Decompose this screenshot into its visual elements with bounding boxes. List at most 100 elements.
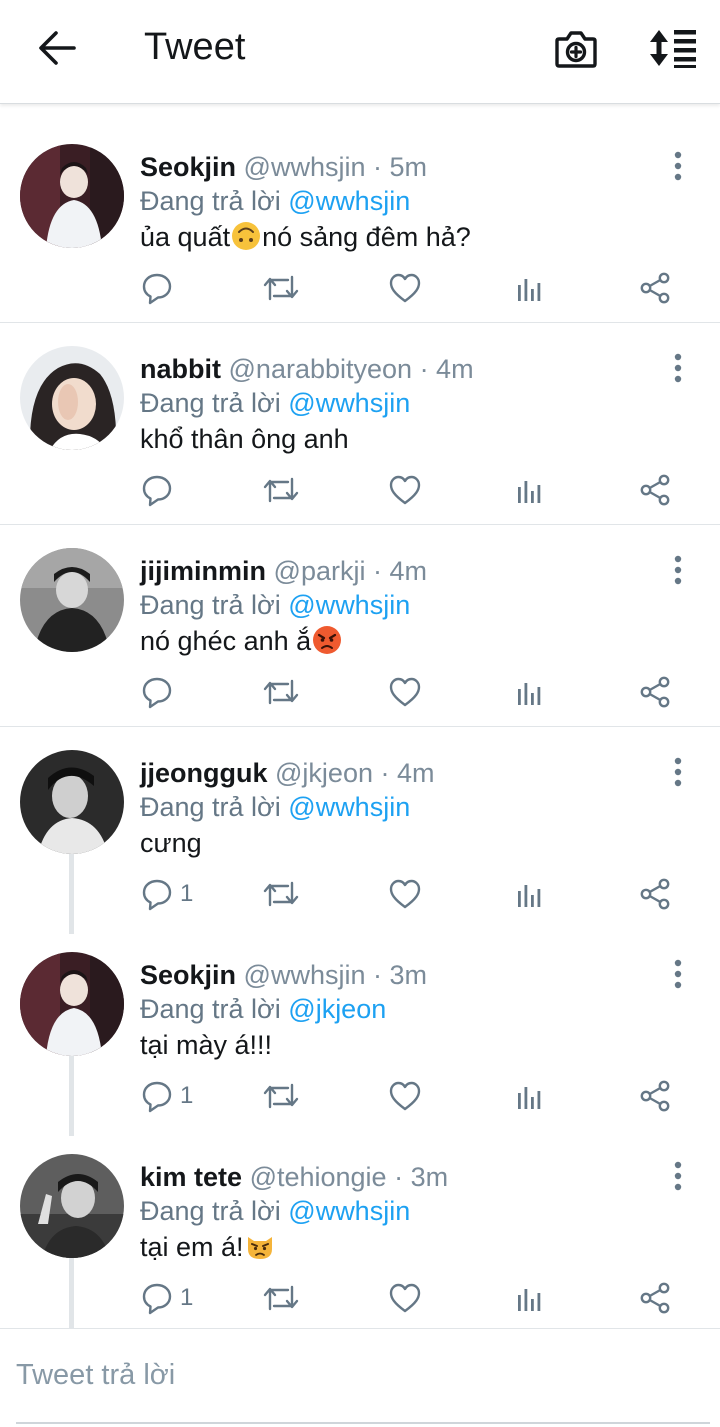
timestamp: · 5m [373,152,427,182]
retweet-button[interactable] [262,1276,300,1320]
like-button[interactable] [388,468,422,512]
handle[interactable]: @wwhsjin [244,960,366,990]
share-button[interactable] [638,872,672,916]
pouting-cat-emoji-icon [247,1237,272,1259]
more-options-button[interactable] [664,146,692,186]
retweet-icon [263,881,299,907]
reply-input[interactable]: Tweet trả lời [16,1359,696,1399]
analytics-button[interactable] [515,1074,545,1118]
replying-to: Đang trả lời @wwhsjin [140,1194,410,1228]
replying-to-handle[interactable]: @wwhsjin [288,590,410,620]
bar-chart-icon [518,1087,541,1109]
analytics-button[interactable] [515,468,545,512]
more-vertical-icon [674,555,682,585]
like-button[interactable] [388,872,422,916]
replying-to-handle[interactable]: @wwhsjin [288,1196,410,1226]
reply-icon [142,879,172,911]
replying-to-handle[interactable]: @wwhsjin [288,792,410,822]
avatar[interactable] [20,548,124,652]
replying-to: Đang trả lời @wwhsjin [140,790,410,824]
tweet-text-part: cưng [140,828,202,858]
back-button[interactable] [34,28,78,68]
heart-icon [389,475,421,505]
share-button[interactable] [638,266,672,310]
avatar[interactable] [20,952,124,1056]
tweet-text: ủa quất nó sảng đêm hả? [140,218,471,256]
tweet-header: kim tete @tehiongie · 3m [140,1160,448,1194]
reply-button[interactable]: 1 [140,1276,193,1320]
analytics-button[interactable] [515,1276,545,1320]
replying-to-label: Đang trả lời [140,388,281,418]
share-button[interactable] [638,468,672,512]
input-underline [16,1422,710,1424]
like-button[interactable] [388,266,422,310]
camera-button[interactable] [553,27,599,71]
handle[interactable]: @wwhsjin [244,152,366,182]
share-button[interactable] [638,670,672,714]
more-options-button[interactable] [664,550,692,590]
replying-to: Đang trả lời @wwhsjin [140,184,410,218]
share-button[interactable] [638,1276,672,1320]
handle[interactable]: @parkji [274,556,366,586]
bar-chart-icon [518,481,541,503]
more-options-button[interactable] [664,1156,692,1196]
display-name[interactable]: Seokjin [140,960,236,990]
tweet[interactable]: jjeongguk @jkjeon · 4m Đang trả lời @wwh… [0,726,720,928]
reply-button[interactable] [140,266,180,310]
tweet[interactable]: jijiminmin @parkji · 4m Đang trả lời @ww… [0,524,720,727]
display-name[interactable]: nabbit [140,354,221,384]
tweet[interactable]: Seokjin @wwhsjin · 5m Đang trả lời @wwhs… [0,120,720,323]
display-name[interactable]: Seokjin [140,152,236,182]
more-options-button[interactable] [664,954,692,994]
share-button[interactable] [638,1074,672,1118]
display-name[interactable]: kim tete [140,1162,242,1192]
share-icon [640,1282,670,1314]
replying-to-handle[interactable]: @wwhsjin [288,186,410,216]
analytics-button[interactable] [515,266,545,310]
retweet-button[interactable] [262,468,300,512]
replying-to-handle[interactable]: @jkjeon [288,994,386,1024]
tweet-text: tại mày á!!! [140,1026,272,1064]
retweet-button[interactable] [262,670,300,714]
share-icon [640,1080,670,1112]
reply-button[interactable] [140,468,180,512]
sort-button[interactable] [646,27,698,69]
reply-button[interactable]: 1 [140,1074,193,1118]
tweet[interactable]: Seokjin @wwhsjin · 3m Đang trả lời @jkje… [0,928,720,1130]
analytics-button[interactable] [515,872,545,916]
tweet[interactable]: nabbit @narabbityeon · 4m Đang trả lời @… [0,322,720,525]
reply-count: 1 [180,880,194,907]
reply-button[interactable]: 1 [140,872,193,916]
reply-icon [142,1283,172,1315]
handle[interactable]: @tehiongie [250,1162,387,1192]
retweet-button[interactable] [262,1074,300,1118]
timestamp: · 3m [373,960,427,990]
retweet-button[interactable] [262,266,300,310]
heart-icon [389,1081,421,1111]
reply-button[interactable] [140,670,180,714]
display-name[interactable]: jjeongguk [140,758,268,788]
reply-composer: Tweet trả lời [0,1328,720,1427]
handle[interactable]: @narabbityeon [229,354,413,384]
like-button[interactable] [388,1074,422,1118]
tweet-text-part: nó sảng đêm hả? [262,222,471,252]
retweet-icon [263,1083,299,1109]
avatar[interactable] [20,144,124,248]
handle[interactable]: @jkjeon [275,758,373,788]
display-name[interactable]: jijiminmin [140,556,266,586]
tweet-header: Seokjin @wwhsjin · 5m [140,150,427,184]
tweet[interactable]: kim tete @tehiongie · 3m Đang trả lời @w… [0,1130,720,1332]
avatar[interactable] [20,1154,124,1258]
like-button[interactable] [388,670,422,714]
tweet-text: khổ thân ông anh [140,420,349,458]
avatar[interactable] [20,750,124,854]
more-options-button[interactable] [664,348,692,388]
tweet-header: Seokjin @wwhsjin · 3m [140,958,427,992]
tweet-actions: 1 [0,1276,720,1320]
like-button[interactable] [388,1276,422,1320]
more-options-button[interactable] [664,752,692,792]
retweet-button[interactable] [262,872,300,916]
avatar[interactable] [20,346,124,450]
replying-to-handle[interactable]: @wwhsjin [288,388,410,418]
analytics-button[interactable] [515,670,545,714]
